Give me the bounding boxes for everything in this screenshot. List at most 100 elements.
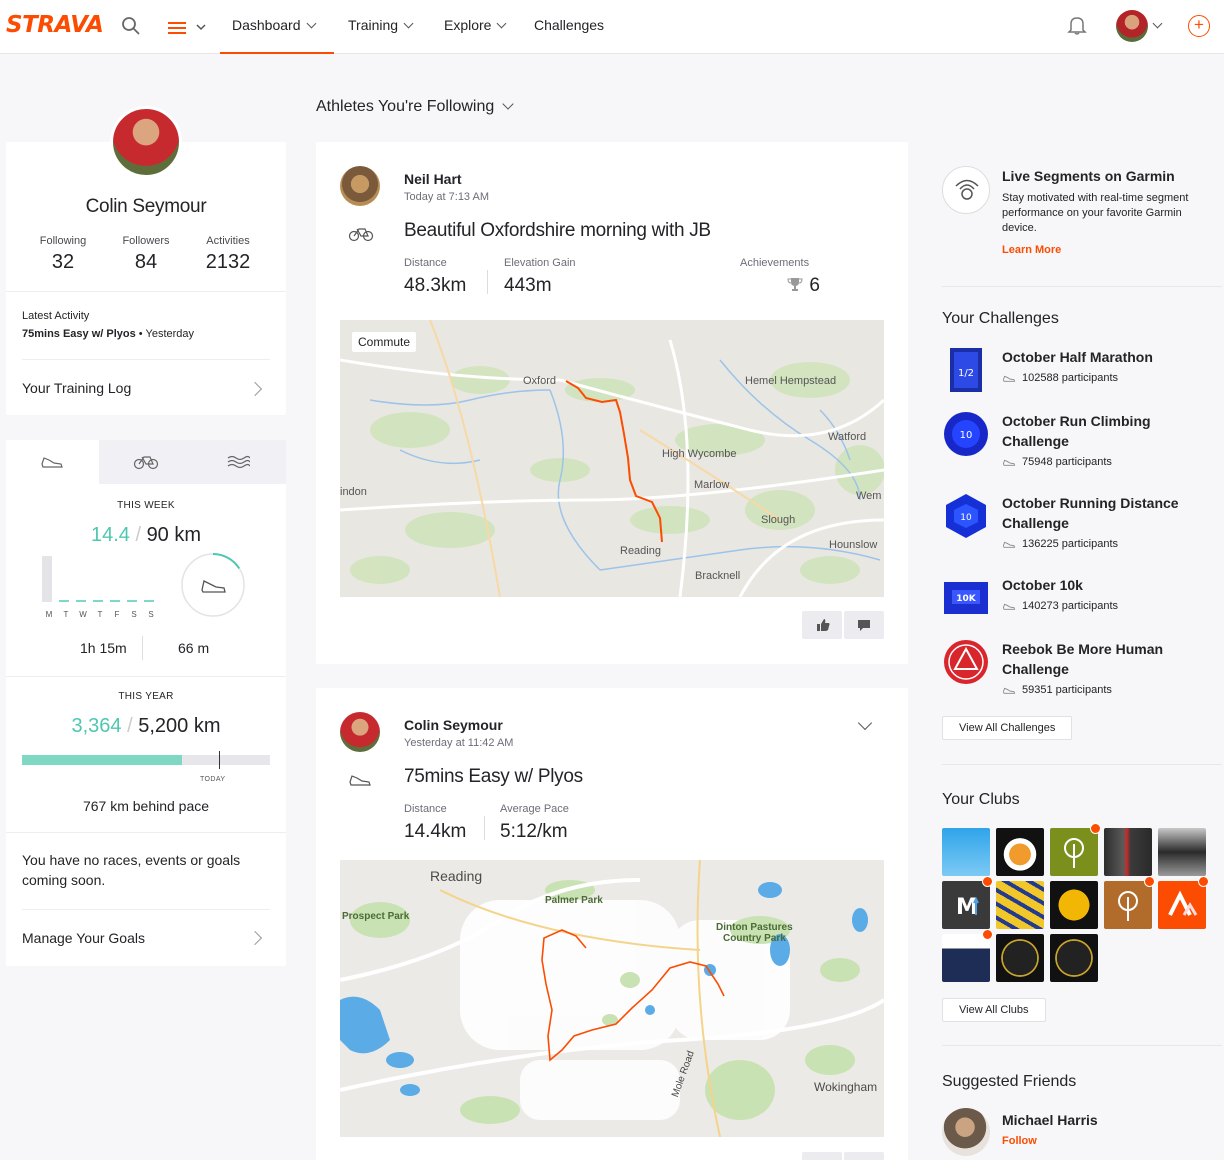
athlete-name[interactable]: Neil Hart [404,171,462,187]
challenge-title[interactable]: October Run Climbing Challenge [1002,411,1212,451]
nav-explore[interactable]: Explore [444,0,507,54]
search-icon[interactable] [120,15,142,37]
manage-goals-link[interactable]: Manage Your Goals [22,930,145,946]
activity-title[interactable]: 75mins Easy w/ Plyos [404,766,583,788]
verified-badge-icon [1198,876,1209,887]
chevron-down-icon[interactable] [857,715,873,731]
club-icon[interactable] [996,828,1044,876]
metric-pace: Average Pace 5:12/km [500,803,569,843]
nav-training[interactable]: Training [348,0,414,54]
chevron-down-icon [403,18,414,29]
weekday-bar [42,556,52,602]
stats-card: THIS WEEK 14.4 / 90 km M T W T F S S 1h 15m 66… [6,440,286,966]
tab-swim[interactable] [192,440,285,484]
activity-actions [802,611,884,639]
latest-activity[interactable]: 75mins Easy w/ Plyos • Yesterday [22,328,194,340]
weekday-bar [144,600,154,602]
club-icon[interactable]: M [942,881,990,929]
swim-icon [227,455,250,469]
feed-filter-dropdown[interactable]: Athletes You're Following [316,98,514,116]
friend-name[interactable]: Michael Harris [1002,1112,1098,1128]
friend-avatar[interactable] [942,1108,990,1156]
metric-achievements[interactable]: Achievements 6 [740,257,820,297]
metric-value: 6 [740,275,820,297]
comment-button[interactable] [844,611,884,639]
challenge-title[interactable]: Reebok Be More Human Challenge [1002,639,1212,679]
challenge-badge-icon[interactable] [942,638,990,686]
stat-activities[interactable]: Activities 2132 [188,235,268,274]
divider [22,359,270,360]
profile-name[interactable]: Colin Seymour [6,196,286,218]
strava-logo[interactable]: STRAVA [6,12,104,38]
tab-ride[interactable] [99,440,192,484]
yearly-distance: 3,364 / 5,200 km [6,715,286,738]
club-icon[interactable] [1050,828,1098,876]
follow-button[interactable]: Follow [1002,1135,1037,1147]
challenge-title[interactable]: October 10k [1002,575,1212,595]
training-log-link[interactable]: Your Training Log [22,380,131,396]
stat-value: 84 [134,251,158,273]
club-icon[interactable] [1104,881,1152,929]
latest-activity-sep: • [135,328,146,340]
stat-following[interactable]: Following 32 [23,235,103,274]
kudos-button[interactable] [802,611,842,639]
club-icon[interactable] [1158,828,1206,876]
challenge-badge-icon[interactable]: 10 [942,492,990,540]
challenge-title[interactable]: October Half Marathon [1002,347,1212,367]
comment-icon [858,620,870,631]
tab-run[interactable] [6,440,99,484]
weekly-distance: 14.4 / 90 km [6,524,286,547]
challenge-title[interactable]: October Running Distance Challenge [1002,493,1212,533]
club-icon[interactable] [1050,934,1098,982]
weekday-bar [127,600,137,602]
club-icon[interactable] [942,934,990,982]
nav-dashboard[interactable]: Dashboard [220,0,334,54]
challenge-badge-icon[interactable]: 1/2 [942,346,990,394]
club-icon[interactable] [1158,881,1206,929]
challenge-badge-icon[interactable]: 10 [942,410,990,458]
profile-avatar[interactable] [110,106,182,178]
chevron-down-icon [306,18,316,29]
achievements-count: 6 [809,275,820,296]
learn-more-link[interactable]: Learn More [1002,244,1061,256]
verified-badge-icon [1144,876,1155,887]
add-plus-icon[interactable]: + [1188,15,1210,37]
map-place-label: Palmer Park [545,895,603,906]
chevron-right-icon[interactable] [247,930,263,946]
yearly-progress-bar [22,751,270,769]
kudos-button[interactable] [802,1152,842,1160]
chevron-down-icon[interactable] [1152,18,1163,29]
view-all-challenges-button[interactable]: View All Challenges [942,716,1073,740]
view-all-clubs-button[interactable]: View All Clubs [942,998,1046,1022]
stat-followers[interactable]: Followers 84 [106,235,186,274]
club-icon[interactable] [1104,828,1152,876]
user-avatar[interactable] [1116,10,1148,42]
participants-count: 140273 participants [1022,600,1119,612]
athlete-name[interactable]: Colin Seymour [404,717,503,733]
club-icon[interactable] [996,934,1044,982]
challenge-badge-icon[interactable]: 10K [942,574,990,622]
weekday-bar [110,600,120,602]
club-icon[interactable] [996,881,1044,929]
hamburger-menu-icon[interactable] [166,15,212,39]
divider [142,636,143,660]
athlete-avatar[interactable] [340,712,380,752]
weekly-elevation: 66 m [178,640,210,656]
weekday-label: F [114,610,120,619]
activity-map[interactable]: Reading Palmer Park Prospect Park Dinton Pa… [340,860,884,1137]
activity-map[interactable]: Commute Oxford Hemel Hempstead Watford High… [340,320,884,597]
nav-challenges[interactable]: Challenges [534,0,604,54]
map-place-label: Country Park [723,933,786,944]
divider [942,1045,1222,1046]
latest-activity-title[interactable]: 75mins Easy w/ Plyos [22,328,136,340]
comment-button[interactable] [844,1152,884,1160]
athlete-avatar[interactable] [340,166,380,206]
chevron-right-icon[interactable] [247,381,263,397]
club-icon[interactable] [942,828,990,876]
activity-title[interactable]: Beautiful Oxfordshire morning with JB [404,220,711,242]
chevron-down-icon [497,18,507,29]
yearly-goal: 5,200 km [138,715,221,737]
notification-bell-icon[interactable] [1066,14,1088,36]
club-icon[interactable] [1050,881,1098,929]
this-year-label: THIS YEAR [118,691,174,702]
